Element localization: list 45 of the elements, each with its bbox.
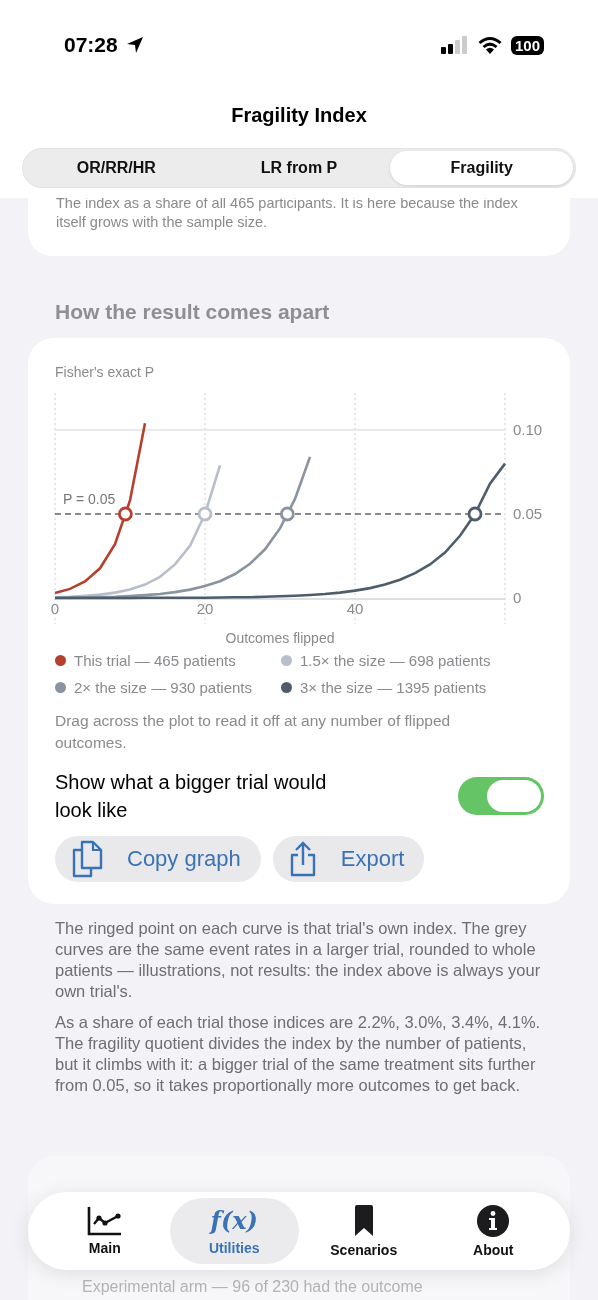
line-chart-icon: [86, 1206, 123, 1236]
x-axis-title: Outcomes flipped: [224, 630, 336, 646]
y-tick-label: 0.05: [513, 505, 543, 522]
toggle-switch[interactable]: [458, 777, 544, 815]
legend-label: This trial — 465 patients: [74, 652, 236, 669]
bookmark-icon: [352, 1204, 375, 1238]
location-arrow-icon: [125, 36, 144, 54]
x-tick-label: 0: [50, 600, 60, 617]
screen-title: Fragility Index: [230, 103, 368, 128]
index-point-ring: [117, 506, 133, 522]
explanation-paragraph: The ringed point on each curve is that trial's own index. The grey curves are the same event rates in a larger trial, rounded to whole patients — illustrations, not results: the index above is always your own trial's.: [55, 918, 542, 1002]
segment-tab[interactable]: Fragility: [390, 151, 573, 185]
info-icon: [476, 1204, 511, 1238]
action-button[interactable]: Export: [272, 836, 425, 882]
signal-icon: [440, 36, 469, 54]
copy-icon: [71, 840, 103, 878]
explanation-paragraph: As a share of each trial those indices are 2.2%, 3.0%, 3.4%, 4.1%. The fragility quotient divides the index by the number of patients, but it climbs with it: a bigger trial of the same treatment sits further from 0.05, so it takes proportionally more outcomes to get back.: [55, 1012, 542, 1096]
index-point-ring: [467, 506, 483, 522]
legend-label: 2× the size — 930 patients: [74, 679, 253, 696]
y-axis-title: Fisher's exact P: [55, 364, 156, 380]
segment-tab[interactable]: OR/RR/HR: [25, 151, 208, 185]
x-tick-label: 20: [196, 600, 214, 617]
legend-label: 1.5× the size — 698 patients: [300, 652, 491, 669]
arm-summary: Experimental arm — 96 of 230 had the outcome: [82, 1278, 423, 1295]
index-point-ring: [279, 506, 295, 522]
x-tick-label: 40: [346, 600, 364, 617]
share-icon: [288, 841, 317, 877]
legend-label: 3× the size — 1395 patients: [300, 679, 487, 696]
action-button[interactable]: Copy graph: [55, 836, 261, 882]
function-symbol: f(x): [208, 1206, 259, 1236]
threshold-label: P = 0.05: [63, 491, 116, 507]
chart-hint: Drag across the plot to read it off at any number of flipped outcomes.: [55, 711, 452, 753]
tab-bar-item[interactable]: About: [428, 1198, 558, 1264]
section-title: How the result comes apart: [55, 300, 331, 324]
tab-bar-item[interactable]: Main: [40, 1198, 170, 1264]
tab-bar-item[interactable]: Scenarios: [299, 1198, 429, 1264]
segment-tab[interactable]: LR from P: [207, 151, 391, 185]
toggle-label: Show what a bigger trial would look like: [55, 770, 328, 823]
battery-level: 100: [510, 35, 544, 55]
tab-bar-item[interactable]: f(x) Utilities: [169, 1198, 299, 1264]
wifi-icon: [476, 35, 503, 55]
y-tick-label: 0: [513, 589, 522, 606]
status-time: 07:28: [64, 33, 118, 57]
y-tick-label: 0.10: [513, 420, 543, 438]
index-point-ring: [197, 506, 213, 522]
